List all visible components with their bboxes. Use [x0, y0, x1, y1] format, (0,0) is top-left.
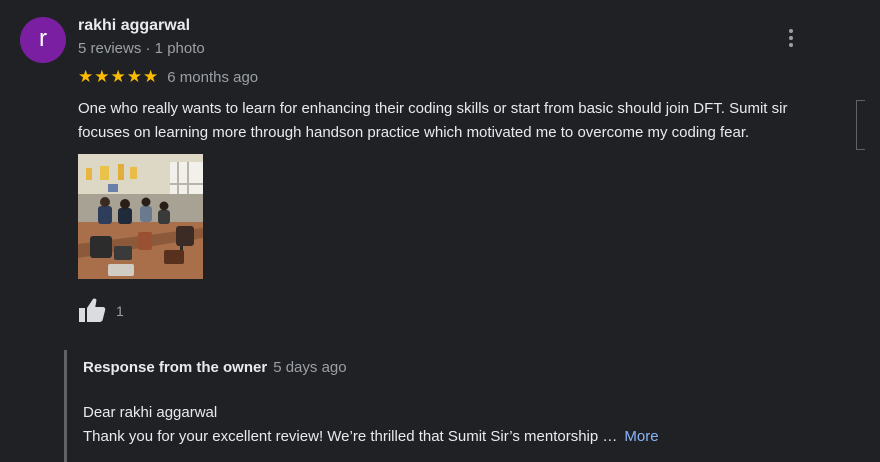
dot: [789, 36, 793, 40]
more-options-icon[interactable]: [781, 26, 801, 50]
author-meta: 5 reviews · 1 photo: [78, 40, 205, 57]
star-icon: ★: [110, 67, 126, 86]
star-icon: ★: [143, 67, 159, 86]
review-text: One who really wants to learn for enhanc…: [78, 100, 788, 141]
response-body: Thank you for your excellent review! We’…: [83, 428, 659, 445]
author-name[interactable]: rakhi aggarwal: [78, 17, 190, 35]
response-header: Response from the owner 5 days ago: [83, 359, 347, 376]
more-link[interactable]: More: [624, 428, 658, 445]
thumbs-up-icon[interactable]: [78, 297, 108, 325]
avatar[interactable]: r: [20, 17, 66, 63]
review-card: r rakhi aggarwal 5 reviews · 1 photo ★ ★…: [0, 0, 880, 462]
like-count: 1: [116, 303, 124, 319]
classroom-photo-icon: [78, 154, 203, 279]
rating-row: ★ ★ ★ ★ ★ 6 months ago: [78, 66, 258, 88]
review-time: 6 months ago: [167, 68, 259, 86]
star-icon: ★: [78, 67, 94, 86]
star-icon: ★: [126, 67, 142, 86]
response-title: Response from the owner: [83, 359, 268, 376]
response-time: 5 days ago: [273, 359, 347, 376]
like-row: 1: [78, 297, 124, 325]
owner-response: Response from the owner 5 days ago Dear r…: [64, 350, 857, 462]
dot: [789, 43, 793, 47]
review-photo[interactable]: [78, 154, 203, 279]
response-greeting: Dear rakhi aggarwal: [83, 404, 218, 421]
star-rating: ★ ★ ★ ★ ★: [78, 67, 158, 87]
response-text: Thank you for your excellent review! We’…: [83, 428, 618, 445]
dot: [789, 29, 793, 33]
star-icon: ★: [94, 67, 110, 86]
scroll-handle[interactable]: [856, 100, 865, 150]
